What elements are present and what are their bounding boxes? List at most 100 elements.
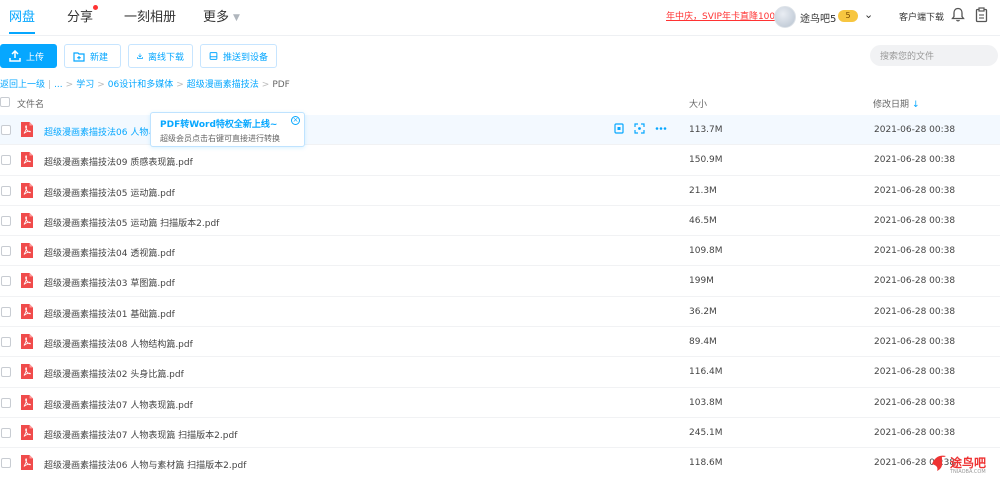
more-options-icon[interactable] (655, 123, 667, 137)
row-checkbox[interactable] (1, 155, 11, 166)
offline-download-button[interactable]: 离线下载 (128, 44, 193, 68)
upload-label: 上传 (26, 52, 45, 63)
file-size: 116.4M (689, 367, 723, 378)
watermark-logo: 途鸟吧 TNIAOBA.COM (930, 449, 1000, 477)
column-header-size[interactable]: 大小 (689, 97, 707, 110)
table-row[interactable]: 超级漫画素描技法06 人物与素材篇 扫描版本2.pdf 118.6M 2021-06… (0, 448, 1000, 477)
file-size: 36.2M (689, 306, 717, 317)
row-checkbox[interactable] (1, 215, 11, 226)
vip-promo-link[interactable]: 年中庆，SVIP年卡直降100 (666, 9, 775, 22)
pdf-file-icon (20, 333, 34, 353)
breadcrumb-item-design[interactable]: 06设计和多媒体 (108, 80, 173, 90)
column-header-name[interactable]: 文件名 (17, 97, 44, 110)
file-modified-date: 2021-06-28 00:38 (874, 367, 956, 378)
file-modified-date: 2021-06-28 00:38 (874, 276, 956, 287)
table-row[interactable]: 超级漫画素描技法07 人物表现篇 扫描版本2.pdf 245.1M 2021-06-… (0, 418, 1000, 449)
row-checkbox[interactable] (1, 276, 11, 287)
row-checkbox[interactable] (1, 367, 11, 378)
row-checkbox[interactable] (1, 185, 11, 196)
upload-button[interactable]: 上传 (0, 44, 57, 68)
device-icon (209, 52, 218, 60)
search-input[interactable] (870, 45, 998, 66)
file-name[interactable]: 超级漫画素描技法05 运动篇 扫描版本2.pdf (44, 216, 219, 229)
pdf-file-icon (20, 303, 34, 323)
file-name[interactable]: 超级漫画素描技法03 草图篇.pdf (44, 276, 175, 289)
table-row[interactable]: 超级漫画素描技法05 运动篇.pdf 21.3M 2021-06-28 00:38 (0, 176, 1000, 206)
breadcrumb-item-manga[interactable]: 超级漫画素描技法 (187, 80, 259, 90)
bell-icon[interactable] (951, 7, 965, 27)
push-to-device-label: 推送到设备 (222, 52, 268, 63)
watermark-subtext: TNIAOBA.COM (950, 469, 986, 475)
notification-dot (93, 5, 99, 10)
username[interactable]: 途鸟吧5 (800, 10, 836, 25)
file-size: 245.1M (689, 427, 723, 438)
table-row[interactable]: 超级漫画素描技法08 人物结构篇.pdf 89.4M 2021-06-28 00:3… (0, 327, 1000, 358)
file-size: 89.4M (689, 337, 717, 348)
file-name[interactable]: 超级漫画素描技法07 人物表现篇.pdf (44, 398, 193, 411)
breadcrumb-separator: > (97, 80, 105, 90)
pdf-file-icon (20, 212, 34, 232)
chevron-down-icon[interactable]: ⌄ (864, 8, 873, 21)
column-header-date[interactable]: 修改日期 ↓ (873, 97, 920, 110)
clipboard-icon[interactable] (975, 7, 988, 27)
table-row[interactable]: 超级漫画素描技法04 透视篇.pdf 109.8M 2021-06-28 00:38 (0, 236, 1000, 267)
file-name[interactable]: 超级漫画素描技法08 人物结构篇.pdf (44, 337, 193, 350)
file-size: 46.5M (689, 215, 717, 226)
row-checkbox[interactable] (1, 397, 11, 408)
breadcrumb-separator: > (261, 80, 270, 90)
row-checkbox[interactable] (1, 427, 11, 438)
file-modified-date: 2021-06-28 00:38 (874, 185, 956, 196)
pdf-to-word-tooltip: PDF转Word特权全新上线~ 超级会员点击右键可直接进行转换 × (150, 112, 305, 147)
table-row[interactable]: 超级漫画素描技法05 运动篇 扫描版本2.pdf 46.5M 2021-06-28 … (0, 206, 1000, 237)
new-folder-icon (73, 51, 85, 62)
table-row[interactable]: 超级漫画素描技法01 基础篇.pdf 36.2M 2021-06-28 00:38 (0, 297, 1000, 328)
file-name[interactable]: 超级漫画素描技法06 人物与素材篇 扫描版本2.pdf (44, 458, 246, 471)
table-row[interactable]: 超级漫画素描技法07 人物表现篇.pdf 103.8M 2021-06-28 00:… (0, 388, 1000, 418)
pdf-file-icon (20, 242, 34, 262)
row-checkbox[interactable] (1, 125, 11, 135)
breadcrumb-ellipsis[interactable]: ... (54, 80, 63, 90)
row-actions (614, 123, 667, 137)
tab-netdisk[interactable]: 网盘 (9, 6, 36, 34)
pdf-file-icon (20, 151, 34, 171)
push-to-device-button[interactable]: 推送到设备 (200, 44, 277, 68)
bird-logo-icon (932, 455, 946, 471)
tab-more[interactable]: 更多 ▼ (203, 6, 240, 25)
new-folder-button[interactable]: 新建 (64, 44, 121, 68)
tab-album[interactable]: 一刻相册 (124, 6, 176, 25)
download-icon (137, 53, 143, 59)
file-name[interactable]: 超级漫画素描技法01 基础篇.pdf (44, 307, 175, 320)
share-icon[interactable] (614, 123, 624, 137)
table-header: 文件名 大小 修改日期 ↓ (0, 92, 1000, 114)
table-row[interactable]: 超级漫画素描技法09 质感表现篇.pdf 150.9M 2021-06-28 00:… (0, 145, 1000, 176)
file-size: 109.8M (689, 246, 723, 257)
file-name[interactable]: 超级漫画素描技法02 头身比篇.pdf (44, 367, 184, 380)
row-checkbox[interactable] (1, 246, 11, 257)
chevron-down-icon: ▼ (233, 12, 240, 23)
tooltip-subtitle: 超级会员点击右键可直接进行转换 (160, 134, 280, 143)
breadcrumb-back-link[interactable]: 返回上一级 (0, 80, 45, 90)
avatar[interactable] (774, 6, 796, 28)
column-header-date-label: 修改日期 (873, 100, 910, 110)
table-row[interactable]: 超级漫画素描技法02 头身比篇.pdf 116.4M 2021-06-28 00:3… (0, 357, 1000, 388)
row-checkbox[interactable] (1, 306, 11, 317)
breadcrumb: 返回上一级 |... > 学习 >06设计和多媒体 > 超级漫画素描技法 > PDF (0, 77, 290, 90)
select-all-checkbox[interactable] (0, 97, 10, 107)
file-name[interactable]: 超级漫画素描技法05 运动篇.pdf (44, 186, 175, 199)
download-icon[interactable] (634, 123, 645, 137)
file-list: 超级漫画素描技法06 人物与素材篇.pdf 113.7M 2021-06-28 00… (0, 115, 1000, 477)
file-name[interactable]: 超级漫画素描技法09 质感表现篇.pdf (44, 155, 193, 168)
client-download-link[interactable]: 客户端下载 (899, 10, 944, 23)
breadcrumb-separator: | (48, 80, 52, 90)
file-modified-date: 2021-06-28 00:38 (874, 337, 956, 348)
breadcrumb-item-study[interactable]: 学习 (76, 80, 94, 90)
file-name[interactable]: 超级漫画素描技法04 透视篇.pdf (44, 246, 175, 259)
close-icon[interactable]: × (291, 116, 300, 125)
file-name[interactable]: 超级漫画素描技法07 人物表现篇 扫描版本2.pdf (44, 428, 237, 441)
row-checkbox[interactable] (1, 458, 11, 469)
table-row[interactable]: 超级漫画素描技法03 草图篇.pdf 199M 2021-06-28 00:38 (0, 266, 1000, 297)
pdf-file-icon (20, 363, 34, 383)
file-size: 113.7M (689, 125, 723, 135)
tab-share[interactable]: 分享 (67, 5, 99, 25)
row-checkbox[interactable] (1, 337, 11, 348)
